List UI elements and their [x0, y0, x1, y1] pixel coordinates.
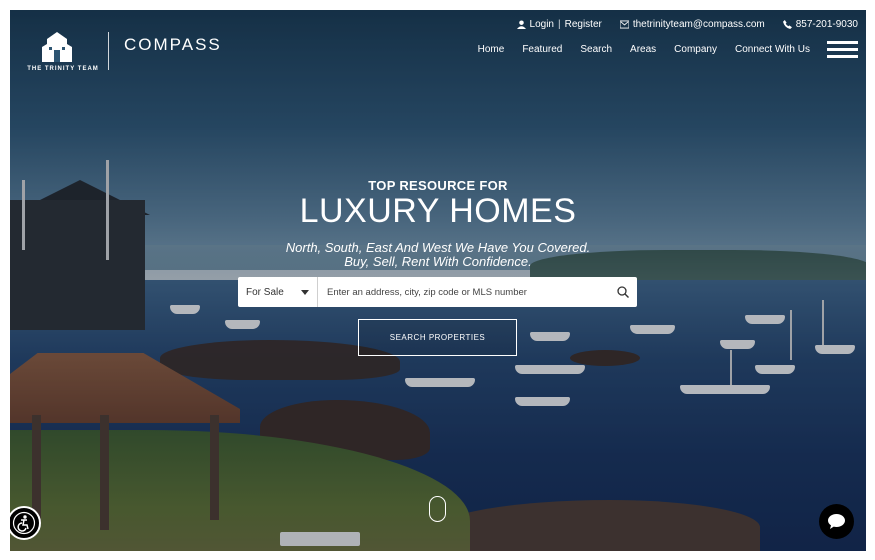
hero-kicker: TOP RESOURCE FOR — [368, 178, 508, 193]
team-name[interactable]: THE TRINITY TEAM — [23, 66, 103, 72]
nav-item-home[interactable]: Home — [478, 44, 505, 55]
phone-text: 857-201-9030 — [795, 19, 858, 30]
houses-logo-icon[interactable] — [40, 30, 74, 64]
listing-type-select[interactable]: For Sale — [238, 277, 318, 307]
account-links: Login | Register — [516, 19, 602, 30]
nav-item-connect[interactable]: Connect With Us — [735, 44, 810, 55]
hero-tagline: North, South, East And West We Have You … — [285, 240, 591, 255]
top-bar: Login | Register thetrinityteam@compass.… — [516, 19, 858, 30]
user-icon — [516, 20, 526, 29]
main-nav: Home Featured Search Areas Company Conne… — [478, 44, 810, 55]
separator: | — [557, 19, 561, 30]
mail-icon — [619, 20, 629, 29]
property-search-bar: For Sale — [238, 277, 637, 307]
nav-item-areas[interactable]: Areas — [630, 44, 656, 55]
hero-tagline: Buy, Sell, Rent With Confidence. — [344, 254, 532, 269]
caret-down-icon — [301, 289, 309, 295]
scroll-indicator-icon[interactable] — [429, 496, 446, 522]
register-link[interactable]: Register — [565, 19, 602, 30]
email-link[interactable]: thetrinityteam@compass.com — [619, 19, 765, 30]
nav-item-featured[interactable]: Featured — [522, 44, 562, 55]
phone-link[interactable]: 857-201-9030 — [782, 19, 858, 30]
logo-divider — [108, 32, 109, 70]
listing-type-value: For Sale — [246, 286, 284, 298]
hamburger-menu-icon[interactable] — [827, 41, 858, 59]
login-link[interactable]: Login — [530, 19, 554, 30]
hero-headline: LUXURY HOMES — [299, 192, 577, 230]
nav-item-search[interactable]: Search — [580, 44, 612, 55]
search-input[interactable] — [318, 277, 609, 307]
company-logo[interactable]: COMPASS — [124, 35, 222, 55]
nav-item-company[interactable]: Company — [674, 44, 717, 55]
phone-icon — [782, 20, 792, 29]
email-text: thetrinityteam@compass.com — [632, 19, 765, 30]
hero-section: THE TRINITY TEAM COMPASS Login | Registe… — [10, 10, 866, 551]
search-properties-button[interactable]: SEARCH PROPERTIES — [358, 319, 517, 356]
search-icon[interactable] — [609, 277, 637, 307]
chat-bubble-icon[interactable] — [819, 504, 854, 539]
